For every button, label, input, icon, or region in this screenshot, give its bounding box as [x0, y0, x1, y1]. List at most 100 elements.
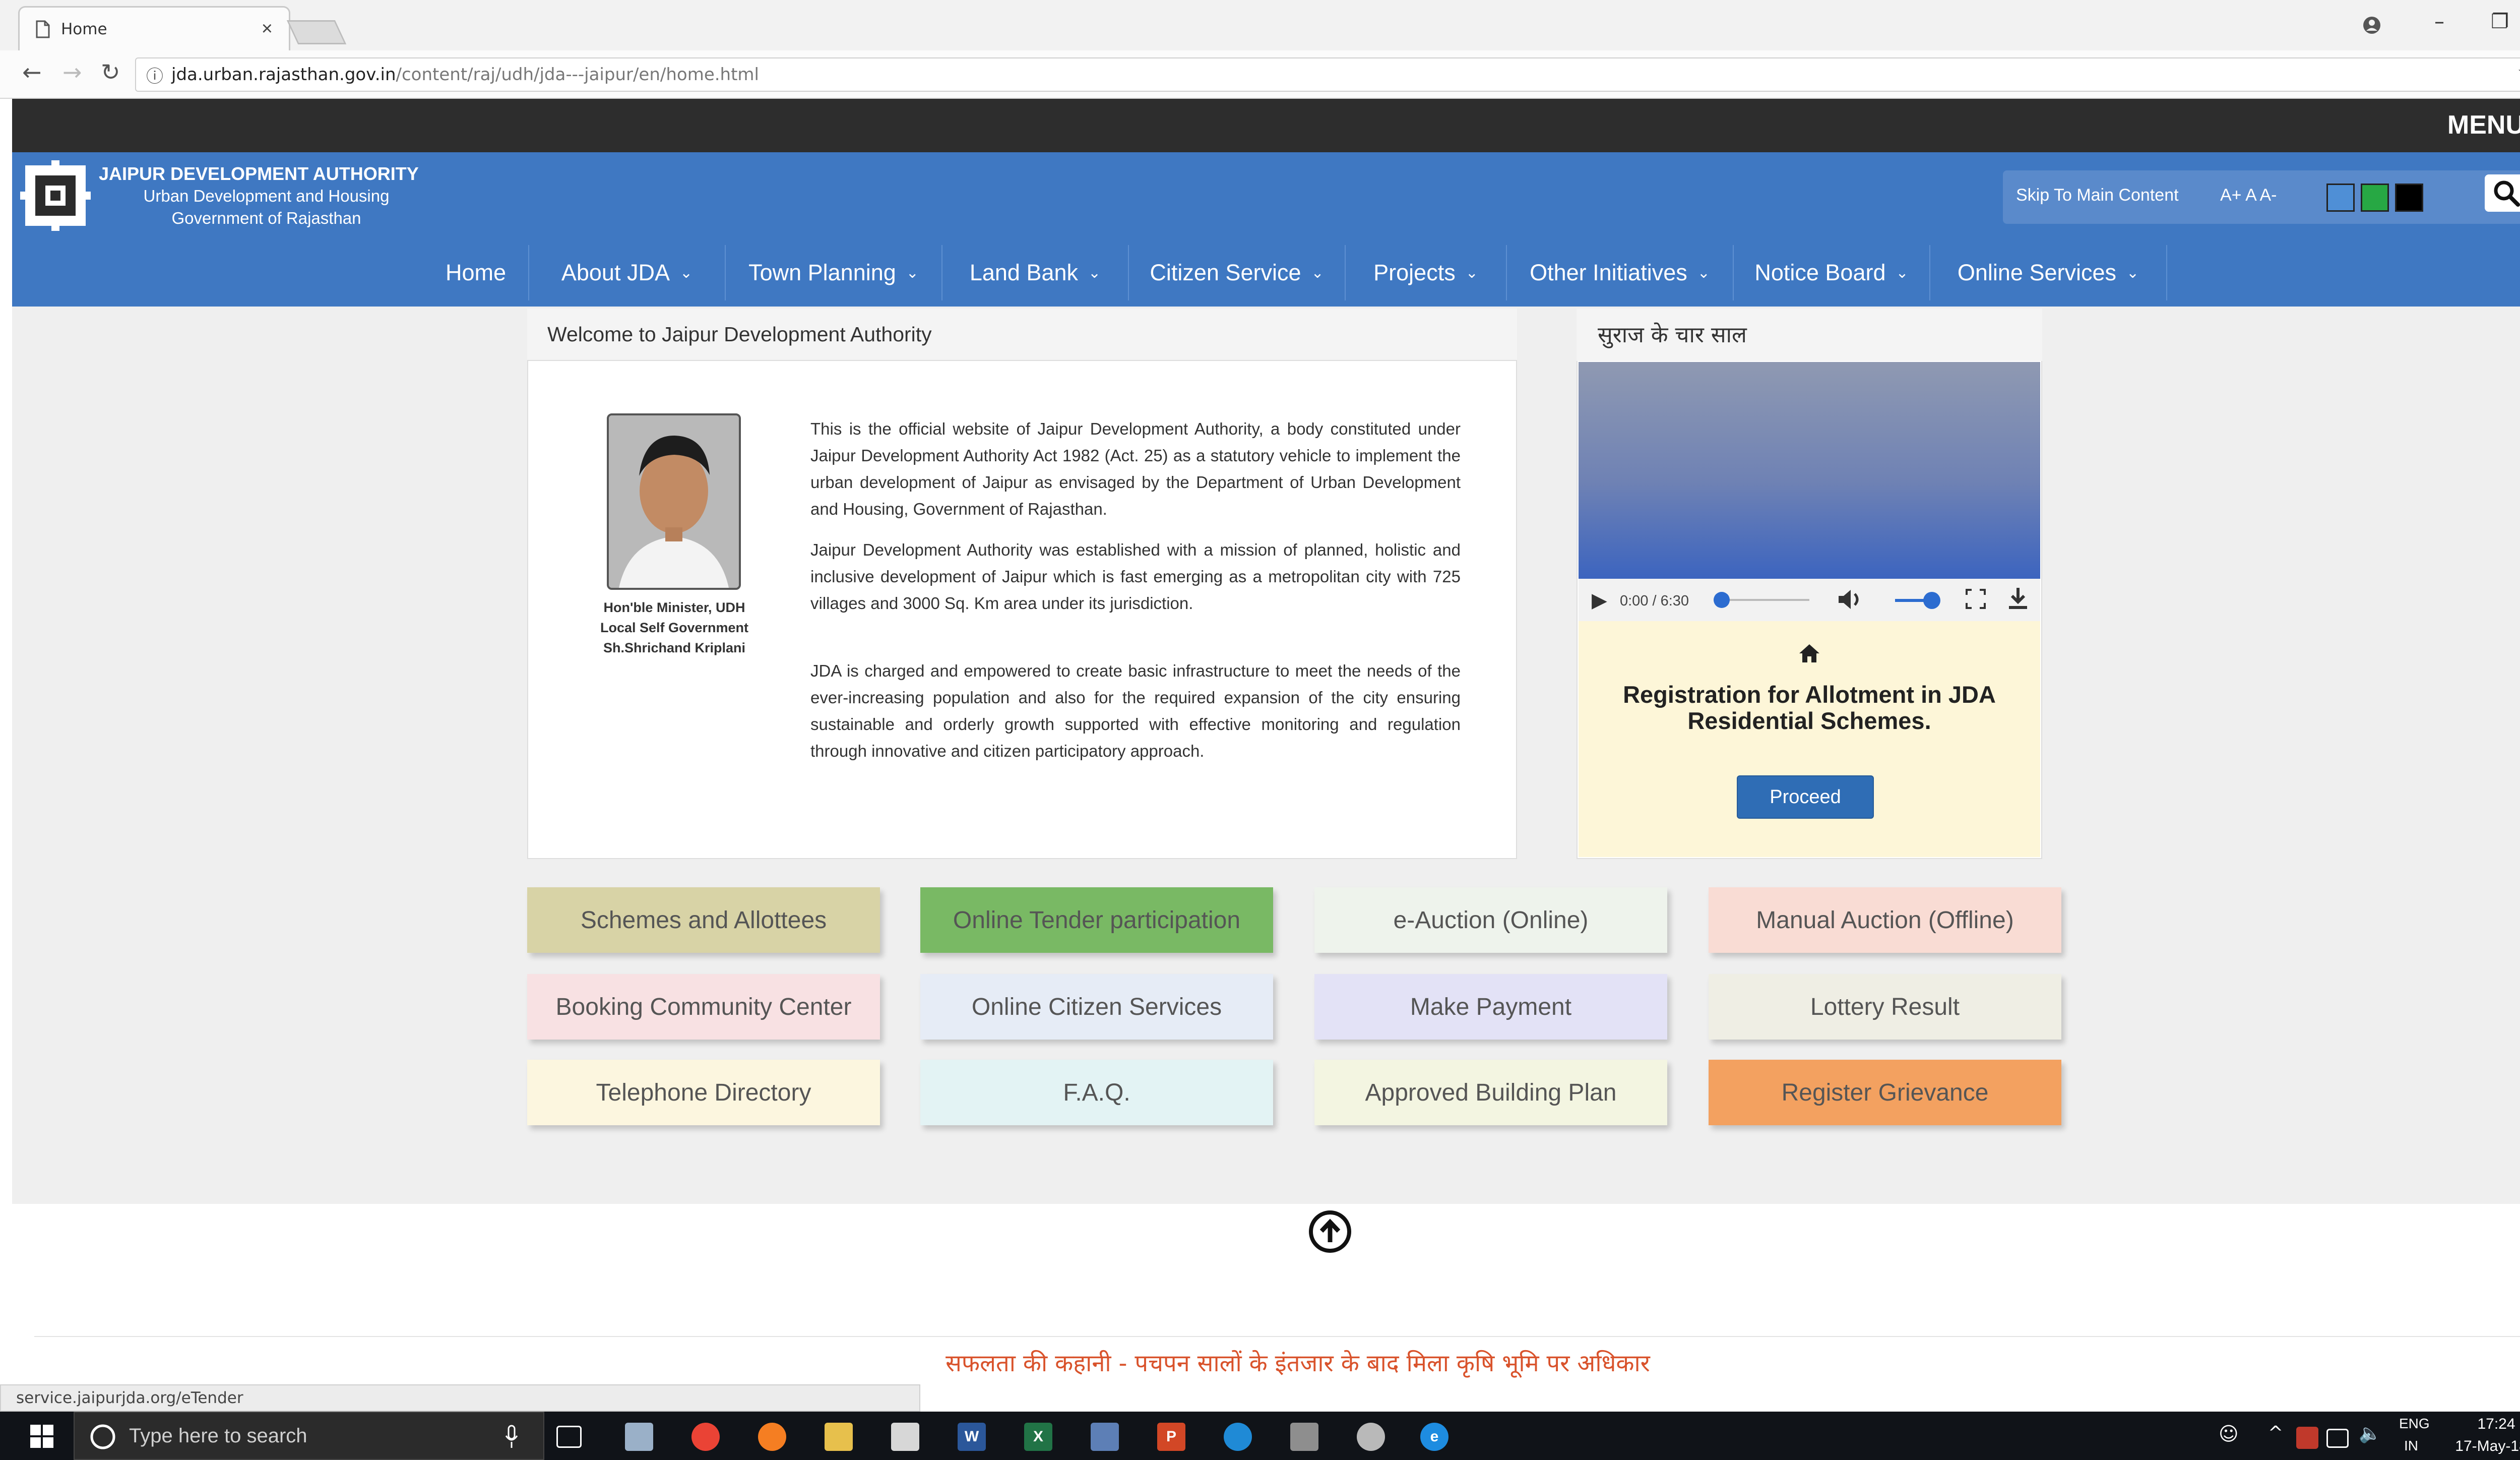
volume-slider-handle[interactable] [1923, 592, 1940, 609]
tile-schemes-and-allottees[interactable]: Schemes and Allottees [527, 887, 880, 953]
nav-projects[interactable]: Projects ⌄ [1346, 245, 1507, 300]
home-icon [1799, 644, 1819, 662]
people-icon[interactable]: ☺ [2219, 1423, 2239, 1445]
scroll-to-top-icon[interactable] [1307, 1209, 1353, 1254]
theme-swatch-green[interactable] [2361, 184, 2389, 212]
profile-icon[interactable] [2362, 15, 2382, 35]
nav-about-jda[interactable]: About JDA ⌄ [529, 245, 726, 300]
tile-make-payment[interactable]: Make Payment [1314, 974, 1667, 1040]
browser-tab-home[interactable]: Home × [18, 6, 290, 50]
proceed-button[interactable]: Proceed [1737, 775, 1874, 819]
tile-register-grievance[interactable]: Register Grievance [1709, 1060, 2061, 1125]
reload-icon[interactable]: ↻ [101, 58, 120, 86]
input-region: IN [2404, 1438, 2418, 1453]
tab-title: Home [61, 20, 107, 38]
file-explorer-icon[interactable] [825, 1423, 853, 1451]
search-icon [2494, 180, 2520, 207]
microphone-icon[interactable] [504, 1425, 519, 1449]
teamviewer-icon[interactable] [1224, 1423, 1252, 1451]
tile-online-tender-participation[interactable]: Online Tender participation [920, 887, 1273, 953]
suraj-title: सुराज के चार साल [1598, 322, 1747, 348]
nav-citizen-service[interactable]: Citizen Service ⌄ [1129, 245, 1346, 300]
windows-start-icon[interactable] [30, 1425, 53, 1448]
volume-icon[interactable] [1837, 588, 1864, 611]
minimize-icon[interactable]: – [2414, 10, 2465, 33]
download-icon[interactable] [2008, 587, 2028, 610]
search-button[interactable] [2485, 174, 2520, 212]
nav-town-planning[interactable]: Town Planning ⌄ [726, 245, 942, 300]
tile-lottery-result[interactable]: Lottery Result [1709, 974, 2061, 1040]
chevron-down-icon: ⌄ [2126, 264, 2139, 282]
tile-approved-building-plan[interactable]: Approved Building Plan [1314, 1060, 1667, 1125]
jda-logo-icon[interactable] [20, 160, 91, 231]
tray-chevron-up-icon[interactable]: ^ [2268, 1423, 2283, 1443]
news-ticker-text[interactable]: सफलता की कहानी - पचपन सालों के इंतजार के… [34, 1346, 2520, 1378]
chevron-down-icon: ⌄ [679, 264, 693, 282]
minister-caption-dept: Local Self Government [600, 620, 749, 635]
mail-icon[interactable] [891, 1423, 919, 1451]
nav-home[interactable]: Home [423, 245, 529, 300]
chrome-icon[interactable] [691, 1423, 720, 1451]
app-icon-globe[interactable] [1357, 1423, 1385, 1451]
url-field[interactable]: ⓘ jda.urban.rajasthan.gov.in /content/ra… [135, 57, 2520, 92]
tray-app-icon[interactable] [2296, 1427, 2318, 1449]
skip-to-content-link[interactable]: Skip To Main Content [2016, 186, 2179, 205]
chevron-down-icon: ⌄ [906, 264, 919, 282]
tile-faq[interactable]: F.A.Q. [920, 1060, 1273, 1125]
person-portrait-icon [609, 415, 739, 588]
chevron-down-icon: ⌄ [1697, 264, 1710, 282]
menu-button[interactable]: MENU [2447, 110, 2520, 140]
theme-swatch-blue[interactable] [2326, 184, 2355, 212]
menu-label: MENU [2447, 110, 2520, 140]
network-icon[interactable] [2326, 1429, 2349, 1448]
app-icon-arrow[interactable] [1290, 1423, 1318, 1451]
back-icon[interactable]: ← [22, 58, 42, 86]
info-icon[interactable]: ⓘ [146, 63, 163, 87]
org-subtitle-2: Government of Rajasthan [171, 209, 361, 227]
org-name: JAIPUR DEVELOPMENT AUTHORITY [99, 163, 419, 184]
word-icon[interactable]: W [958, 1423, 986, 1451]
task-view-icon[interactable] [556, 1426, 582, 1448]
status-url: service.jaipurjda.org/eTender [16, 1389, 243, 1407]
cortana-icon [90, 1424, 115, 1449]
nav-other-initiatives[interactable]: Other Initiatives ⌄ [1507, 245, 1734, 300]
fullscreen-icon[interactable] [1966, 589, 1986, 609]
video-player[interactable] [1579, 362, 2040, 579]
nav-land-bank[interactable]: Land Bank ⌄ [942, 245, 1129, 300]
powerpoint-icon[interactable]: P [1157, 1423, 1185, 1451]
video-progress-handle[interactable] [1714, 592, 1730, 608]
app-icon-snipping[interactable] [625, 1423, 653, 1451]
tile-booking-community-center[interactable]: Booking Community Center [527, 974, 880, 1040]
excel-icon[interactable]: X [1024, 1423, 1052, 1451]
clock-date[interactable]: 17-May-18 [2443, 1438, 2520, 1455]
nav-notice-board[interactable]: Notice Board ⌄ [1734, 245, 1930, 300]
theme-swatch-black[interactable] [2395, 184, 2423, 212]
tab-close-icon[interactable]: × [262, 18, 273, 40]
tile-e-auction-online[interactable]: e-Auction (Online) [1314, 887, 1667, 953]
bookmark-star-icon[interactable]: ☆ [2517, 58, 2520, 86]
chevron-down-icon: ⌄ [1465, 264, 1478, 282]
taskbar-search-placeholder: Type here to search [129, 1425, 307, 1447]
page-icon [36, 20, 50, 38]
url-domain: jda.urban.rajasthan.gov.in [171, 65, 396, 85]
welcome-paragraph-1: This is the official website of Jaipur D… [810, 419, 1461, 518]
url-path: /content/raj/udh/jda---jaipur/en/home.ht… [396, 65, 759, 85]
tile-manual-auction-offline[interactable]: Manual Auction (Offline) [1709, 887, 2061, 953]
internet-explorer-icon[interactable]: e [1420, 1423, 1448, 1451]
clock-time[interactable]: 17:24 [2464, 1416, 2520, 1433]
forward-icon[interactable]: → [62, 58, 82, 86]
firefox-icon[interactable] [758, 1423, 786, 1451]
play-icon[interactable]: ▶ [1592, 589, 1607, 612]
speaker-icon[interactable]: 🔈 [2359, 1423, 2381, 1444]
org-subtitle-1: Urban Development and Housing [143, 187, 390, 205]
minister-caption-title: Hon'ble Minister, UDH [603, 600, 745, 615]
font-size-controls[interactable]: A+ A A- [2220, 186, 2277, 205]
nav-online-services[interactable]: Online Services ⌄ [1930, 245, 2167, 300]
save-disk-icon[interactable] [1091, 1423, 1119, 1451]
welcome-paragraph-3: JDA is charged and empowered to create b… [810, 661, 1461, 760]
restore-icon[interactable]: ❐ [2475, 10, 2520, 33]
input-language[interactable]: ENG [2399, 1416, 2430, 1432]
registration-text: Registration for Allotment in JDA Reside… [1623, 681, 1996, 734]
tile-online-citizen-services[interactable]: Online Citizen Services [920, 974, 1273, 1040]
tile-telephone-directory[interactable]: Telephone Directory [527, 1060, 880, 1125]
